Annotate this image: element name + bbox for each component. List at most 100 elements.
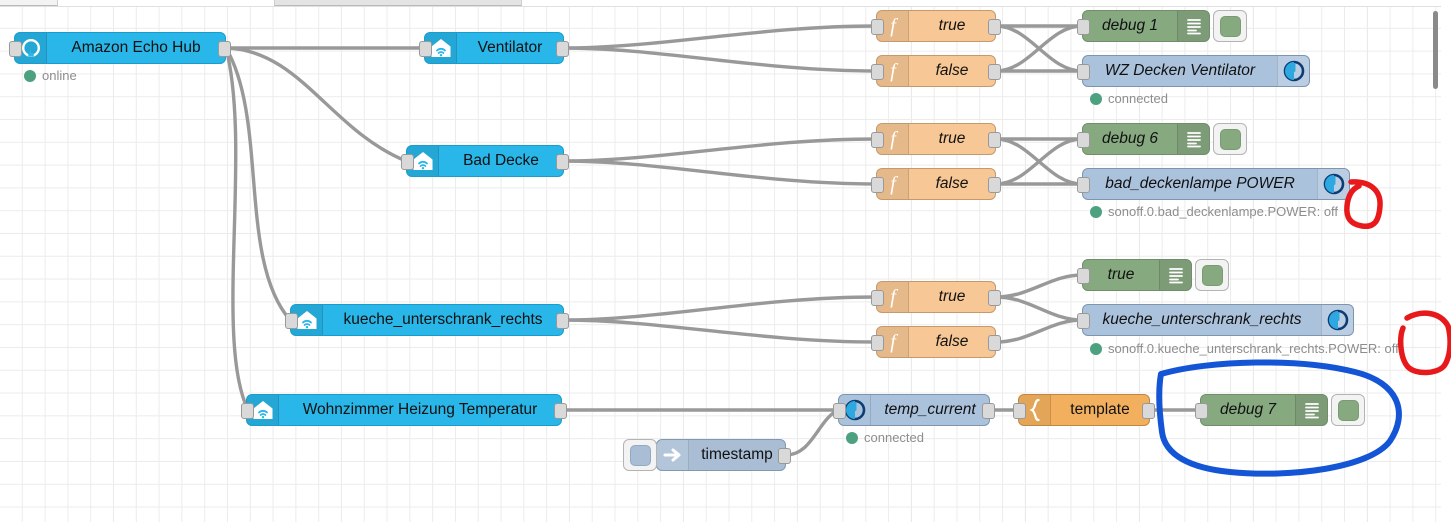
input-port[interactable]	[285, 313, 298, 329]
node-function-false-3[interactable]: f false	[876, 326, 996, 358]
status-text: connected	[1108, 91, 1168, 106]
output-port[interactable]	[988, 132, 1001, 148]
status-dot	[1090, 93, 1102, 105]
node-label: debug 7	[1201, 401, 1295, 419]
status-dot	[1090, 206, 1102, 218]
input-port[interactable]	[419, 41, 432, 57]
input-port[interactable]	[1077, 177, 1090, 193]
flow-tab-active[interactable]	[274, 0, 522, 6]
editor-top-strip	[0, 0, 1441, 7]
node-debug-true[interactable]: true	[1082, 259, 1192, 291]
output-port[interactable]	[982, 403, 995, 419]
node-temp-current[interactable]: temp_current	[838, 394, 990, 426]
node-debug-1[interactable]: debug 1	[1082, 10, 1210, 42]
input-port[interactable]	[1077, 64, 1090, 80]
node-bad-deckenlampe-power[interactable]: bad_deckenlampe POWER	[1082, 168, 1350, 200]
input-port[interactable]	[241, 403, 254, 419]
node-label: temp_current	[871, 401, 989, 419]
node-label: Wohnzimmer Heizung Temperatur	[279, 401, 561, 419]
output-port[interactable]	[988, 19, 1001, 35]
svg-text:f: f	[890, 60, 898, 82]
debug-toggle-button[interactable]	[1331, 394, 1365, 426]
node-label: Ventilator	[457, 39, 563, 57]
node-ventilator[interactable]: Ventilator	[424, 32, 564, 64]
node-function-true-2[interactable]: f true	[876, 123, 996, 155]
output-port[interactable]	[988, 64, 1001, 80]
input-port[interactable]	[1077, 313, 1090, 329]
status-dot	[1090, 343, 1102, 355]
input-port[interactable]	[1013, 403, 1026, 419]
debug-lines-icon	[1295, 395, 1327, 425]
node-bad-decke[interactable]: Bad Decke	[406, 145, 564, 177]
status-bad-deckenlampe-power: sonoff.0.bad_deckenlampe.POWER: off	[1090, 204, 1338, 219]
svg-text:f: f	[890, 331, 898, 353]
status-text: sonoff.0.kueche_unterschrank_rechts.POWE…	[1108, 341, 1399, 356]
svg-text:f: f	[890, 128, 898, 150]
node-label: false	[909, 175, 995, 193]
node-template[interactable]: template	[1018, 394, 1150, 426]
node-function-true-1[interactable]: f true	[876, 10, 996, 42]
input-port[interactable]	[871, 19, 884, 35]
status-text: connected	[864, 430, 924, 445]
input-port[interactable]	[833, 403, 846, 419]
input-port[interactable]	[871, 177, 884, 193]
input-port[interactable]	[1195, 403, 1208, 419]
debug-toggle-button[interactable]	[1213, 10, 1247, 42]
status-text: online	[42, 68, 77, 83]
node-label: false	[909, 62, 995, 80]
node-wz-decken-ventilator[interactable]: WZ Decken Ventilator	[1082, 55, 1310, 87]
svg-text:f: f	[890, 15, 898, 37]
node-label: true	[1083, 266, 1159, 284]
inject-trigger-indicator	[630, 445, 651, 466]
output-port[interactable]	[1142, 403, 1155, 419]
input-port[interactable]	[871, 64, 884, 80]
node-label: kueche_unterschrank_rechts	[323, 311, 563, 329]
node-function-true-3[interactable]: f true	[876, 281, 996, 313]
output-port[interactable]	[988, 290, 1001, 306]
iobroker-power-icon	[1321, 305, 1353, 335]
debug-toggle-indicator	[1202, 265, 1223, 286]
node-label: Amazon Echo Hub	[47, 39, 225, 57]
input-port[interactable]	[1077, 19, 1090, 35]
input-port[interactable]	[1077, 132, 1090, 148]
node-red-editor: Amazon Echo Hub online Ventilator Bad De…	[0, 0, 1451, 522]
debug-toggle-indicator	[1220, 16, 1241, 37]
input-port[interactable]	[401, 154, 414, 170]
debug-lines-icon	[1177, 11, 1209, 41]
node-debug-7[interactable]: debug 7	[1200, 394, 1328, 426]
status-wz-decken-ventilator: connected	[1090, 91, 1168, 106]
output-port[interactable]	[554, 403, 567, 419]
node-function-false-1[interactable]: f false	[876, 55, 996, 87]
node-amazon-echo-hub[interactable]: Amazon Echo Hub	[14, 32, 226, 64]
output-port[interactable]	[988, 177, 1001, 193]
node-timestamp-inject[interactable]: timestamp	[656, 439, 786, 471]
debug-toggle-button[interactable]	[1213, 123, 1247, 155]
node-kueche-unterschrank-rechts[interactable]: kueche_unterschrank_rechts	[290, 304, 564, 336]
node-kueche-unterschrank-rechts-out[interactable]: kueche_unterschrank_rechts	[1082, 304, 1354, 336]
output-port[interactable]	[778, 448, 791, 464]
inject-trigger-button[interactable]	[623, 439, 657, 471]
node-label: true	[909, 130, 995, 148]
input-port[interactable]	[871, 290, 884, 306]
flow-tab-left[interactable]	[0, 0, 58, 6]
node-function-false-2[interactable]: f false	[876, 168, 996, 200]
node-label: debug 6	[1083, 130, 1177, 148]
debug-toggle-indicator	[1220, 129, 1241, 150]
input-port[interactable]	[1077, 268, 1090, 284]
node-wohnzimmer-heizung-temperatur[interactable]: Wohnzimmer Heizung Temperatur	[246, 394, 562, 426]
input-port[interactable]	[871, 132, 884, 148]
output-port[interactable]	[556, 313, 569, 329]
node-debug-6[interactable]: debug 6	[1082, 123, 1210, 155]
debug-toggle-button[interactable]	[1195, 259, 1229, 291]
output-port[interactable]	[218, 41, 231, 57]
input-port[interactable]	[9, 41, 22, 57]
vertical-scrollbar[interactable]	[1433, 11, 1438, 89]
status-kueche-unterschrank-rechts: sonoff.0.kueche_unterschrank_rechts.POWE…	[1090, 341, 1399, 356]
node-label: true	[909, 288, 995, 306]
output-port[interactable]	[988, 335, 1001, 351]
svg-text:f: f	[890, 173, 898, 195]
output-port[interactable]	[556, 41, 569, 57]
status-amazon-echo-hub: online	[24, 68, 77, 83]
output-port[interactable]	[556, 154, 569, 170]
input-port[interactable]	[871, 335, 884, 351]
